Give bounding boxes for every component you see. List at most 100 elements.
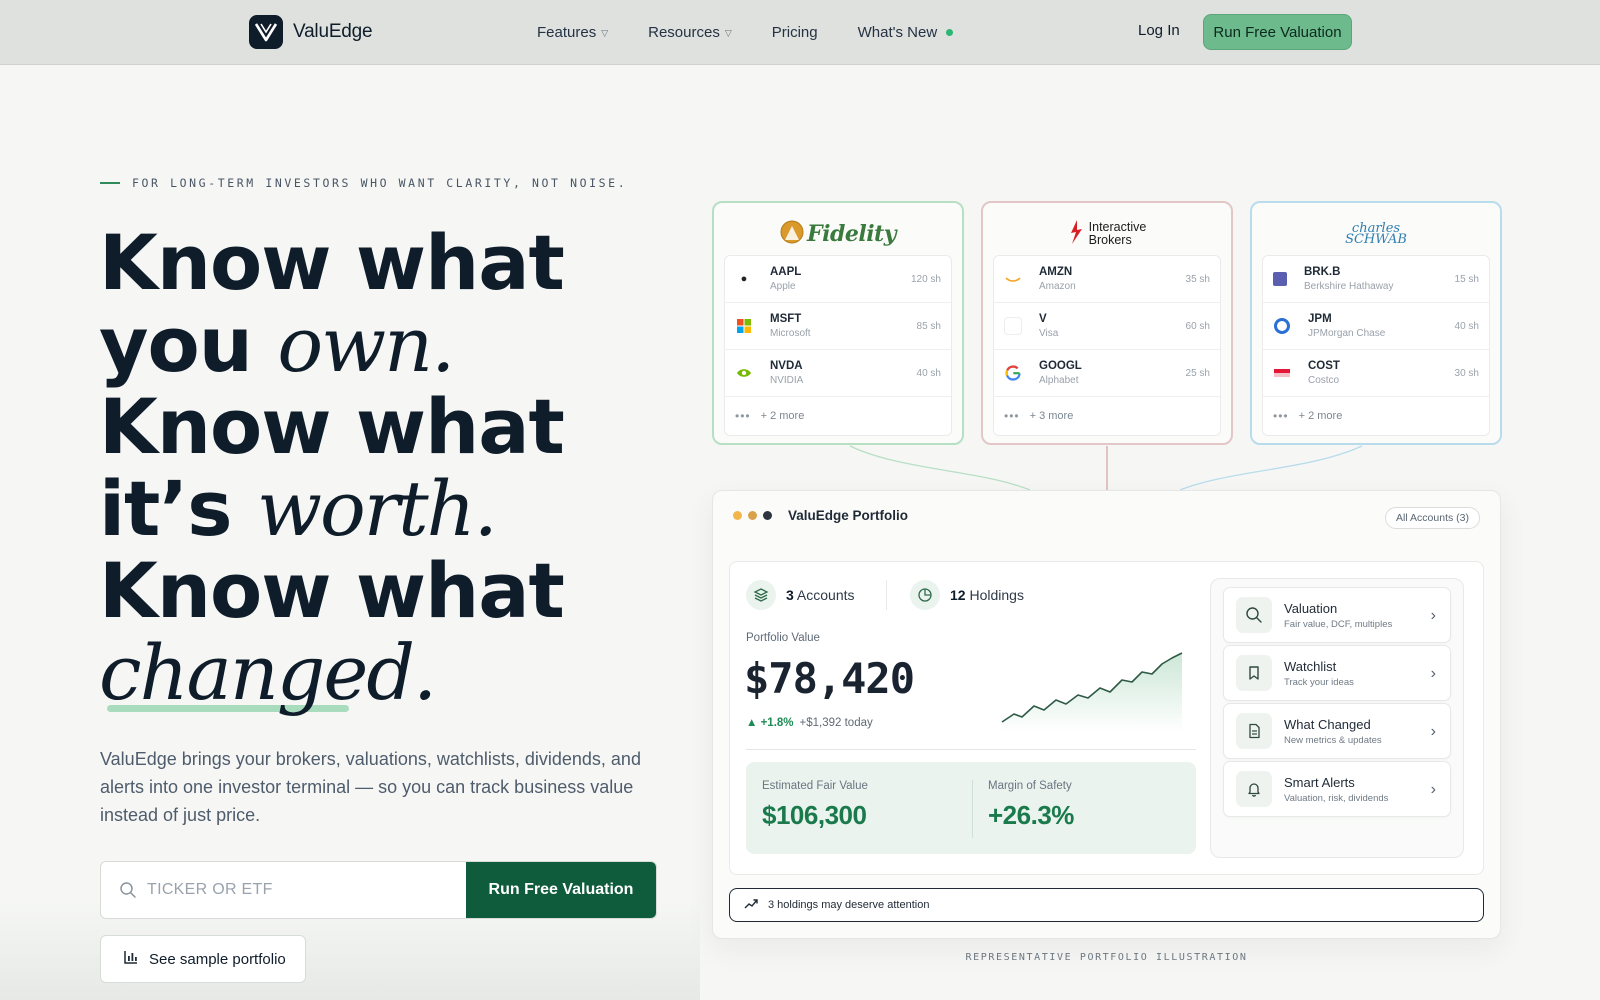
broker-card-fidelity[interactable]: Fidelity ● AAPL Apple 120 sh MSFT Microsof… xyxy=(712,201,964,445)
attention-text: 3 holdings may deserve attention xyxy=(768,899,930,911)
holding-name: NVIDIA xyxy=(770,375,804,386)
holdings-stat: 12 Holdings xyxy=(910,580,1024,610)
holding-shares: 35 sh xyxy=(1185,273,1210,285)
more-holdings[interactable]: ••• + 2 more xyxy=(725,397,951,435)
accounts-label: Accounts xyxy=(796,587,855,603)
layers-icon xyxy=(746,580,776,610)
menu-item-title: What Changed xyxy=(1284,716,1371,732)
holding-name: JPMorgan Chase xyxy=(1308,328,1386,339)
nvidia-icon xyxy=(735,364,753,382)
holding-ticker: GOOGL xyxy=(1039,360,1082,372)
portfolio-value: $78,420 xyxy=(744,654,915,703)
panel-header: ValuEdge Portfolio xyxy=(733,508,908,523)
menu-item-watchlist[interactable]: Watchlist Track your ideas › xyxy=(1223,645,1451,701)
attention-banner[interactable]: 3 holdings may deserve attention xyxy=(729,888,1484,922)
holding-name: Berkshire Hathaway xyxy=(1304,281,1394,292)
visa-icon xyxy=(1004,317,1022,335)
menu-item-subtitle: Fair value, DCF, multiples xyxy=(1284,618,1393,630)
menu-item-what-changed[interactable]: What Changed New metrics & updates › xyxy=(1223,703,1451,759)
holding-ticker: AMZN xyxy=(1039,266,1073,278)
holding-shares: 25 sh xyxy=(1185,367,1210,379)
menu-item-subtitle: Valuation, risk, dividends xyxy=(1284,792,1389,804)
window-dot-dark xyxy=(763,511,772,520)
valuation-summary: Estimated Fair Value $106,300 Margin of … xyxy=(746,762,1196,854)
change-percent: ▲ +1.8% xyxy=(746,717,794,729)
more-holdings[interactable]: ••• + 3 more xyxy=(994,397,1220,435)
search-icon xyxy=(1236,597,1272,633)
chevron-right-icon: › xyxy=(1430,665,1436,682)
margin-label: Margin of Safety xyxy=(988,780,1072,792)
holding-name: Amazon xyxy=(1039,281,1076,292)
menu-item-smart-alerts[interactable]: Smart Alerts Valuation, risk, dividends › xyxy=(1223,761,1451,817)
holding-row[interactable]: BRK.B Berkshire Hathaway 15 sh xyxy=(1263,256,1489,303)
holding-row[interactable]: COST Costco 30 sh xyxy=(1263,350,1489,397)
portfolio-value-label: Portfolio Value xyxy=(746,632,820,644)
holding-ticker: COST xyxy=(1308,360,1340,372)
holding-row[interactable]: NVDA NVIDIA 40 sh xyxy=(725,350,951,397)
holdings-stat-text: 12 Holdings xyxy=(950,587,1024,603)
margin-value: +26.3% xyxy=(988,800,1074,830)
change-absolute: +$1,392 today xyxy=(799,717,873,729)
microsoft-icon xyxy=(735,317,753,335)
fidelity-logo: Fidelity xyxy=(724,213,952,255)
holding-name: Apple xyxy=(770,281,796,292)
menu-item-title: Smart Alerts xyxy=(1284,774,1355,790)
portfolio-change: ▲ +1.8% +$1,392 today xyxy=(746,717,873,729)
holding-row[interactable]: AMZN Amazon 35 sh xyxy=(994,256,1220,303)
document-icon xyxy=(1236,713,1272,749)
chevron-right-icon: › xyxy=(1430,781,1436,798)
costco-icon xyxy=(1273,364,1291,382)
valuation-divider xyxy=(972,780,973,838)
chevron-right-icon: › xyxy=(1430,607,1436,624)
ellipsis-icon: ••• xyxy=(1004,409,1020,423)
fair-value: $106,300 xyxy=(762,800,867,830)
apple-icon: ● xyxy=(740,273,748,285)
holding-ticker: AAPL xyxy=(770,266,802,278)
all-accounts-dropdown[interactable]: All Accounts (3) xyxy=(1385,507,1480,529)
holding-shares: 40 sh xyxy=(916,367,941,379)
trending-up-icon xyxy=(744,898,758,913)
holding-shares: 40 sh xyxy=(1454,320,1479,332)
broker-card-schwab[interactable]: charles SCHWAB BRK.B Berkshire Hathaway 1… xyxy=(1250,201,1502,445)
holding-shares: 120 sh xyxy=(910,273,941,285)
panel-title: ValuEdge Portfolio xyxy=(788,508,909,523)
portfolio-summary: 3 Accounts 12 Holdings Portfolio Value $… xyxy=(729,561,1484,875)
portfolio-sparkline xyxy=(1001,652,1183,732)
menu-item-valuation[interactable]: Valuation Fair value, DCF, multiples › xyxy=(1223,587,1451,643)
more-holdings-label: + 3 more xyxy=(1029,410,1074,422)
schwab-wordmark-line-2: SCHWAB xyxy=(1345,232,1407,247)
summary-divider xyxy=(746,749,1196,750)
amazon-icon xyxy=(1004,270,1022,288)
holdings-label: Holdings xyxy=(969,587,1024,603)
holding-name: Visa xyxy=(1039,328,1059,339)
holdings-count: 12 xyxy=(950,587,966,603)
holding-row[interactable]: V Visa 60 sh xyxy=(994,303,1220,350)
fair-value-label: Estimated Fair Value xyxy=(762,780,868,792)
holding-name: Alphabet xyxy=(1039,375,1079,386)
ellipsis-icon: ••• xyxy=(1273,409,1289,423)
window-dot-amber xyxy=(748,511,757,520)
menu-item-subtitle: Track your ideas xyxy=(1284,676,1354,688)
accounts-stat-text: 3 Accounts xyxy=(786,587,855,603)
bell-icon xyxy=(1236,771,1272,807)
holding-name: Microsoft xyxy=(770,328,811,339)
chevron-right-icon: › xyxy=(1430,723,1436,740)
broker-card-interactive-brokers[interactable]: Interactive Brokers AMZN Amazon 35 sh V Vi… xyxy=(981,201,1233,445)
holding-ticker: BRK.B xyxy=(1304,266,1341,278)
holding-row[interactable]: ● AAPL Apple 120 sh xyxy=(725,256,951,303)
interactive-brokers-logo: Interactive Brokers xyxy=(993,213,1221,255)
more-holdings[interactable]: ••• + 2 more xyxy=(1263,397,1489,435)
stat-divider xyxy=(886,580,887,610)
schwab-logo: charles SCHWAB xyxy=(1262,213,1490,255)
portfolio-panel: ValuEdge Portfolio All Accounts (3) 3 Ac… xyxy=(712,490,1501,939)
holding-row[interactable]: GOOGL Alphabet 25 sh xyxy=(994,350,1220,397)
holding-shares: 85 sh xyxy=(916,320,941,332)
holding-row[interactable]: MSFT Microsoft 85 sh xyxy=(725,303,951,350)
feature-menu: Valuation Fair value, DCF, multiples › Wa… xyxy=(1210,578,1464,858)
illustration-caption: REPRESENTATIVE PORTFOLIO ILLUSTRATION xyxy=(965,952,1248,963)
berkshire-icon xyxy=(1273,272,1287,286)
holding-ticker: V xyxy=(1039,313,1047,325)
holding-row[interactable]: JPM JPMorgan Chase 40 sh xyxy=(1263,303,1489,350)
ib-wordmark-line-2: Brokers xyxy=(1088,233,1132,247)
fidelity-wordmark: Fidelity xyxy=(806,221,897,247)
